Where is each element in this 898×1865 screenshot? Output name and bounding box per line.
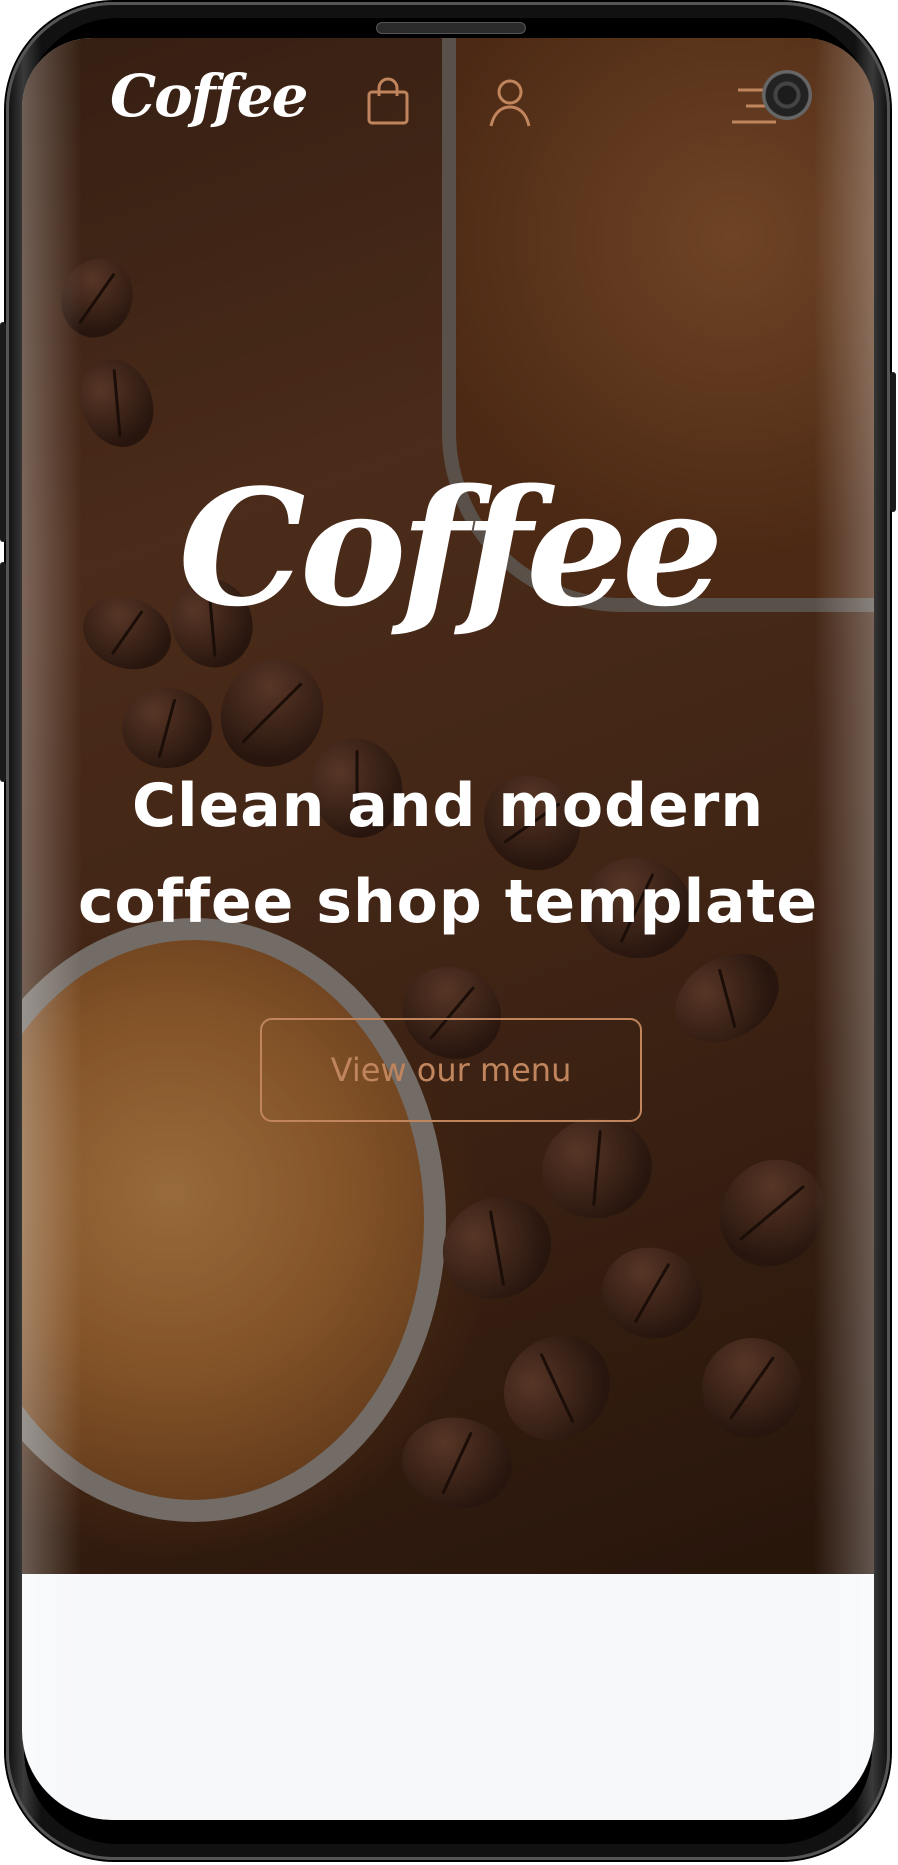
hero-tagline-line-1: Clean and modern [131,771,765,841]
user-icon[interactable] [488,76,532,130]
coffee-bean [659,935,795,1061]
hero-logo: Coffee [178,454,723,642]
site-header: Coffee [22,38,874,148]
phone-side-button-left [0,322,6,542]
hero-tagline-line-2: coffee shop template [77,867,819,937]
phone-side-button-left-lower [0,562,6,782]
screen: Coffee Coffee Clean and modern coffee sh… [22,38,874,1820]
phone-side-button-right [890,372,896,512]
view-menu-button[interactable]: View our menu [260,1018,642,1122]
front-camera [762,70,812,120]
coffee-bean [122,688,212,768]
coffee-bean [482,1314,632,1462]
coffee-bean [426,1179,568,1317]
coffee-cup [22,918,446,1522]
hero-tagline: Clean and modern coffee shop template [22,758,874,950]
header-logo[interactable]: Coffee [110,62,309,130]
coffee-bean [395,1409,519,1517]
shopping-bag-icon[interactable] [366,76,410,126]
coffee-bean [534,1109,660,1227]
coffee-bean [68,348,166,458]
coffee-bean [592,1236,712,1350]
coffee-bean [687,1323,817,1453]
speaker-grille [376,22,526,34]
